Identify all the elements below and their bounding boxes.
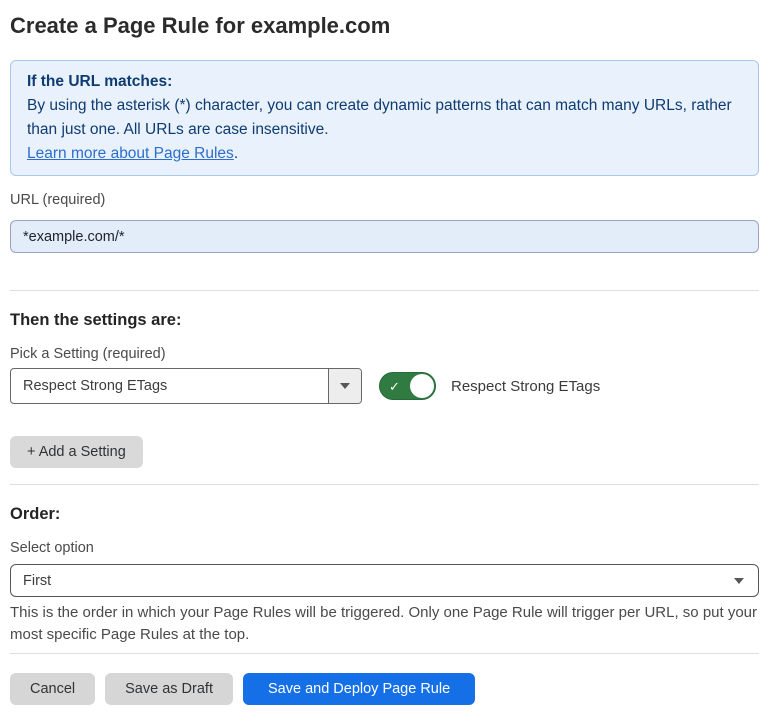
order-help-text: This is the order in which your Page Rul… [10, 602, 759, 646]
footer-divider [10, 653, 759, 654]
add-setting-button[interactable]: + Add a Setting [10, 436, 143, 468]
setting-row: Respect Strong ETags ✓ Respect Strong ET… [10, 368, 759, 404]
footer-actions: Cancel Save as Draft Save and Deploy Pag… [10, 673, 759, 705]
create-page-rule-panel: Create a Page Rule for example.com If th… [0, 0, 769, 718]
setting-select[interactable]: Respect Strong ETags [10, 368, 362, 404]
check-icon: ✓ [389, 380, 400, 393]
link-suffix: . [234, 145, 238, 162]
select-option-label: Select option [10, 540, 759, 556]
info-box-heading: If the URL matches: [27, 70, 742, 94]
section-divider [10, 484, 759, 485]
toggle-knob [410, 374, 434, 398]
toggle-label: Respect Strong ETags [451, 378, 600, 395]
save-and-deploy-button[interactable]: Save and Deploy Page Rule [243, 673, 475, 705]
learn-more-link[interactable]: Learn more about Page Rules [27, 145, 234, 162]
pick-setting-label: Pick a Setting (required) [10, 346, 759, 362]
toggle-group: ✓ Respect Strong ETags [379, 372, 600, 400]
info-box-link-line: Learn more about Page Rules. [27, 142, 742, 166]
chevron-down-icon [734, 578, 744, 584]
order-select-value: First [23, 573, 51, 589]
setting-select-value: Respect Strong ETags [11, 369, 328, 403]
respect-strong-etags-toggle[interactable]: ✓ [379, 372, 436, 400]
page-title: Create a Page Rule for example.com [10, 13, 759, 39]
cancel-button[interactable]: Cancel [10, 673, 95, 705]
url-matches-info-box: If the URL matches: By using the asteris… [10, 60, 759, 176]
chevron-down-icon [328, 369, 361, 403]
order-select[interactable]: First [10, 564, 759, 597]
url-input[interactable] [10, 220, 759, 253]
section-divider [10, 290, 759, 291]
info-box-body: By using the asterisk (*) character, you… [27, 94, 742, 142]
url-field-label: URL (required) [10, 192, 759, 208]
order-section-heading: Order: [10, 505, 759, 524]
save-as-draft-button[interactable]: Save as Draft [105, 673, 233, 705]
settings-section-heading: Then the settings are: [10, 311, 759, 330]
